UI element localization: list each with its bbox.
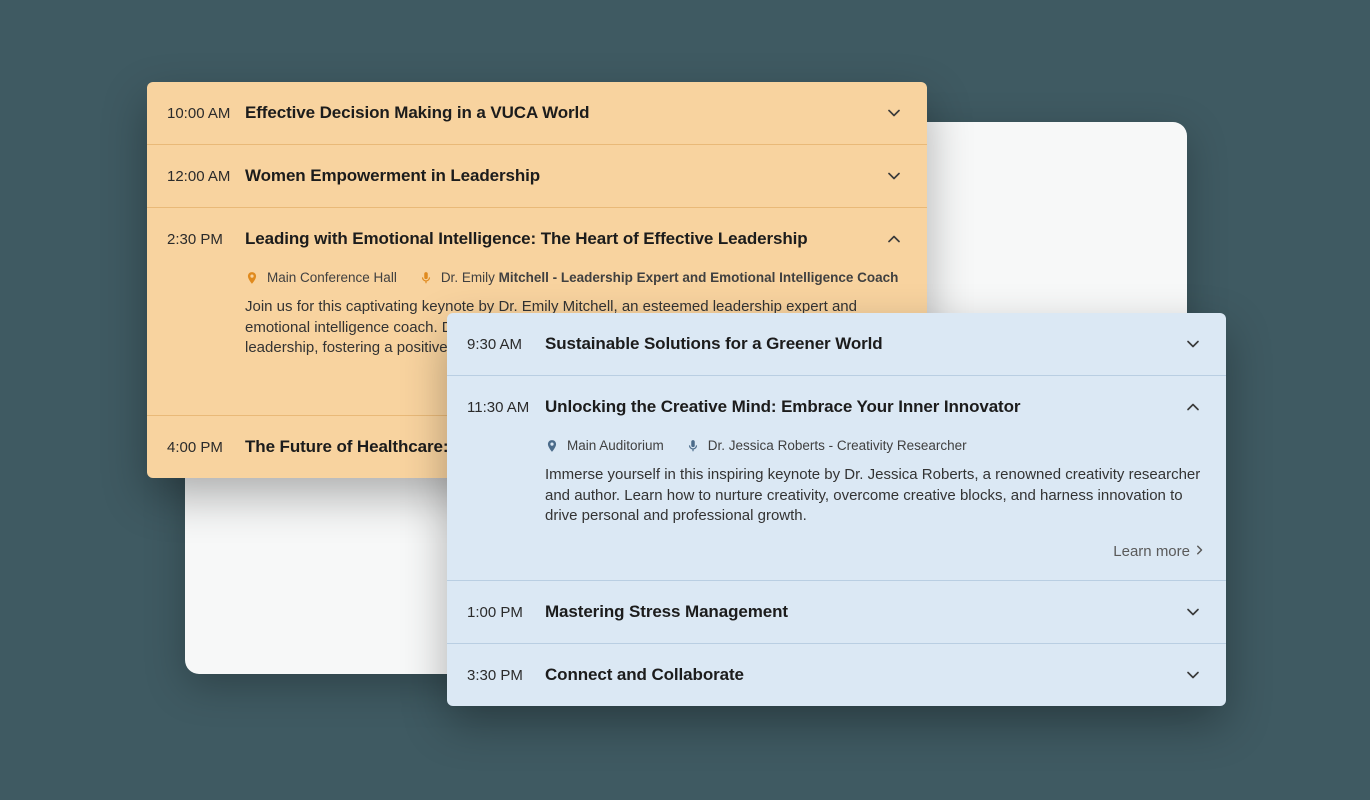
schedule-row-toggle[interactable]: 11:30 AM Unlocking the Creative Mind: Em… [447, 376, 1226, 438]
microphone-icon [419, 271, 433, 285]
speaker-prefix: Dr. Emily [441, 270, 499, 285]
session-title: Women Empowerment in Leadership [245, 166, 883, 186]
learn-more-label: Learn more [1113, 543, 1190, 560]
chevron-down-icon [1182, 333, 1204, 355]
chevron-down-icon [883, 165, 905, 187]
session-speaker: Dr. Emily Mitchell - Leadership Expert a… [419, 270, 899, 285]
session-title: Sustainable Solutions for a Greener Worl… [545, 334, 1182, 354]
schedule-row-toggle[interactable]: 12:00 AM Women Empowerment in Leadership [147, 145, 927, 207]
chevron-down-icon [1182, 601, 1204, 623]
schedule-row: 1:00 PM Mastering Stress Management [447, 580, 1226, 643]
session-title: Connect and Collaborate [545, 665, 1182, 685]
session-location-text: Main Conference Hall [267, 270, 397, 285]
chevron-up-icon [883, 228, 905, 250]
location-pin-icon [245, 271, 259, 285]
session-meta: Main Auditorium Dr. Jessica Roberts - Cr… [545, 438, 1204, 453]
session-speaker-text: Dr. Emily Mitchell - Leadership Expert a… [441, 270, 899, 285]
session-title: Unlocking the Creative Mind: Embrace You… [545, 397, 1182, 417]
session-location-text: Main Auditorium [567, 438, 664, 453]
schedule-row-toggle[interactable]: 9:30 AM Sustainable Solutions for a Gree… [447, 313, 1226, 375]
schedule-row: 12:00 AM Women Empowerment in Leadership [147, 144, 927, 207]
schedule-row-expanded: 11:30 AM Unlocking the Creative Mind: Em… [447, 375, 1226, 580]
session-description: Immerse yourself in this inspiring keyno… [545, 465, 1204, 527]
session-time: 2:30 PM [167, 231, 245, 248]
schedule-panel-blue: 9:30 AM Sustainable Solutions for a Gree… [447, 313, 1226, 706]
session-time: 1:00 PM [467, 604, 545, 621]
session-time: 9:30 AM [467, 336, 545, 353]
schedule-row-toggle[interactable]: 10:00 AM Effective Decision Making in a … [147, 82, 927, 144]
schedule-row: 3:30 PM Connect and Collaborate [447, 643, 1226, 706]
session-title: Leading with Emotional Intelligence: The… [245, 229, 883, 249]
schedule-row-toggle[interactable]: 1:00 PM Mastering Stress Management [447, 581, 1226, 643]
microphone-icon [686, 439, 700, 453]
session-details: Main Auditorium Dr. Jessica Roberts - Cr… [447, 438, 1226, 527]
chevron-down-icon [883, 102, 905, 124]
session-time: 12:00 AM [167, 168, 245, 185]
chevron-down-icon [1182, 664, 1204, 686]
location-pin-icon [545, 439, 559, 453]
learn-more-link[interactable]: Learn more [447, 527, 1226, 580]
session-time: 4:00 PM [167, 439, 245, 456]
session-location: Main Auditorium [545, 438, 664, 453]
session-time: 11:30 AM [467, 399, 545, 416]
speaker-name: Mitchell - Leadership Expert and Emotion… [499, 270, 899, 285]
session-time: 3:30 PM [467, 667, 545, 684]
session-meta: Main Conference Hall Dr. Emily Mitchell … [245, 270, 905, 285]
schedule-row: 10:00 AM Effective Decision Making in a … [147, 82, 927, 144]
schedule-row: 9:30 AM Sustainable Solutions for a Gree… [447, 313, 1226, 375]
schedule-row-toggle[interactable]: 2:30 PM Leading with Emotional Intellige… [147, 208, 927, 270]
chevron-right-icon [1196, 543, 1204, 560]
session-time: 10:00 AM [167, 105, 245, 122]
session-location: Main Conference Hall [245, 270, 397, 285]
session-speaker: Dr. Jessica Roberts - Creativity Researc… [686, 438, 967, 453]
session-title: Mastering Stress Management [545, 602, 1182, 622]
schedule-row-toggle[interactable]: 3:30 PM Connect and Collaborate [447, 644, 1226, 706]
session-speaker-text: Dr. Jessica Roberts - Creativity Researc… [708, 438, 967, 453]
session-title: Effective Decision Making in a VUCA Worl… [245, 103, 883, 123]
chevron-up-icon [1182, 396, 1204, 418]
